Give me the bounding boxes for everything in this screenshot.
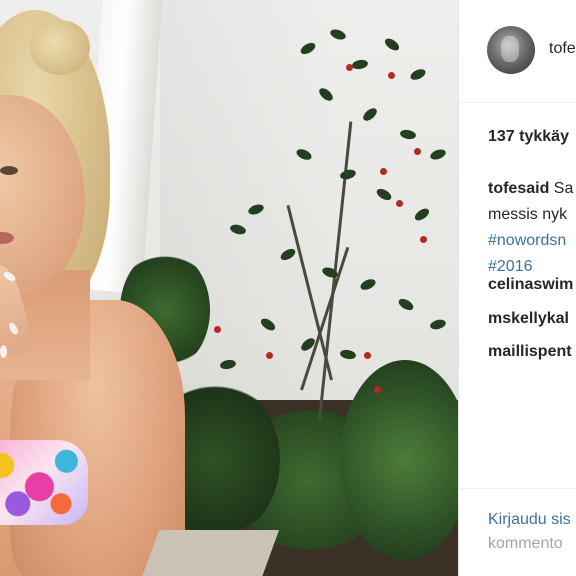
caption-text: Sa	[549, 180, 574, 197]
red-berry	[414, 148, 421, 155]
post-footer: Kirjaudu sis kommento	[459, 488, 576, 576]
caption-username[interactable]: tofesaid	[488, 180, 549, 197]
hashtag-link[interactable]: #nowordsn	[488, 228, 576, 254]
red-berry	[388, 72, 395, 79]
caption-line-2: messis nyk	[488, 206, 568, 223]
red-berry	[420, 236, 427, 243]
red-berry	[374, 386, 381, 393]
red-berry	[214, 326, 221, 333]
red-berry	[380, 168, 387, 175]
garden-shrub	[340, 360, 458, 560]
username-link[interactable]: tofe	[549, 40, 576, 58]
red-berry	[346, 64, 353, 71]
post-caption: tofesaid Sa messis nyk #nowordsn #2016	[488, 176, 576, 280]
red-berry	[364, 352, 371, 359]
red-berry	[266, 352, 273, 359]
hair-bun	[30, 20, 90, 75]
fingernail	[0, 345, 7, 358]
wall-shadow	[160, 0, 458, 420]
comment-input[interactable]: kommento	[488, 535, 563, 553]
comment-username[interactable]: celinaswim	[488, 276, 573, 294]
caption-line-1: tofesaid Sa	[488, 176, 576, 202]
likes-count[interactable]: 137 tykkäy	[488, 128, 569, 146]
comment-username[interactable]: maillispent	[488, 343, 572, 361]
login-link[interactable]: Kirjaudu sis	[488, 511, 571, 529]
bikini-top	[0, 440, 88, 525]
comment-username[interactable]: mskellykal	[488, 310, 569, 328]
eye	[0, 166, 18, 175]
red-berry	[396, 200, 403, 207]
bench	[140, 530, 280, 576]
post-header: tofe	[459, 0, 576, 103]
post-photo[interactable]	[0, 0, 458, 576]
post-sidebar: tofe 137 tykkäy tofesaid Sa messis nyk #…	[458, 0, 576, 576]
avatar[interactable]	[487, 26, 535, 74]
